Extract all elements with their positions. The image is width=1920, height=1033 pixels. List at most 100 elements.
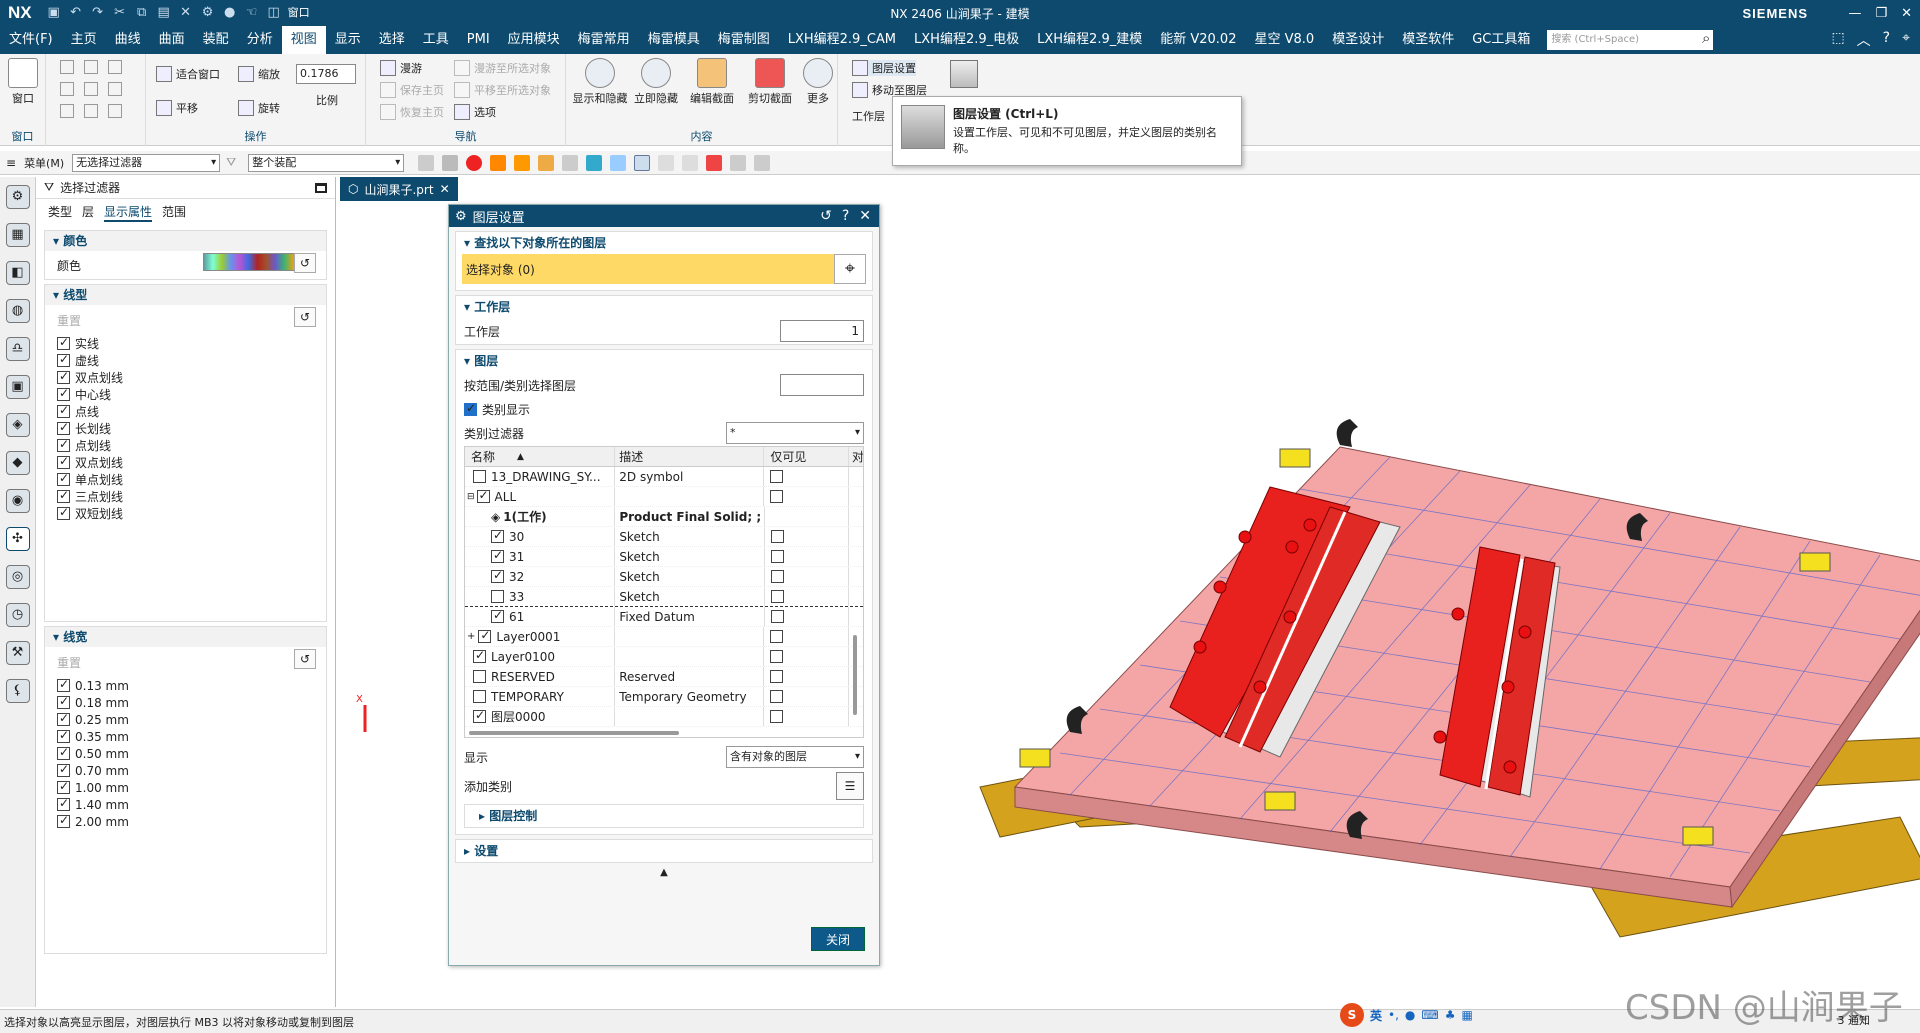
point-select-icon[interactable] <box>610 154 627 171</box>
stop-icon[interactable] <box>466 154 483 171</box>
paste-icon[interactable]: ▤ <box>156 5 172 21</box>
doc-tab-close-icon[interactable]: ✕ <box>440 182 450 196</box>
col-visible-only[interactable]: 仅可见 <box>763 447 848 466</box>
layers-icon[interactable] <box>950 60 978 88</box>
visible-only-checkbox[interactable] <box>770 610 784 623</box>
linetype-checkbox[interactable] <box>57 454 70 469</box>
linetype-checkbox[interactable] <box>57 335 70 350</box>
solid-select-icon[interactable] <box>490 154 507 171</box>
linewidth-item[interactable]: 1.40 mm <box>45 796 326 813</box>
reuse-library-icon[interactable]: ♎ <box>5 337 30 361</box>
close-icon[interactable]: ✕ <box>1901 6 1912 21</box>
color-palette[interactable] <box>203 253 303 271</box>
linewidth-item[interactable]: 1.00 mm <box>45 779 326 796</box>
linewidth-item[interactable]: 2.00 mm <box>45 813 326 830</box>
help-icon[interactable]: ? <box>842 208 849 224</box>
menu-tab-3[interactable]: 曲面 <box>150 26 194 54</box>
linetype-checkbox[interactable] <box>57 352 70 367</box>
cut-icon[interactable]: ✂ <box>112 5 128 21</box>
filter-icon[interactable]: ⛛ <box>226 155 236 170</box>
linewidth-item[interactable]: 0.35 mm <box>45 728 326 745</box>
menu-tab-12[interactable]: 梅雷常用 <box>569 26 639 54</box>
linewidth-checkbox[interactable] <box>57 745 70 760</box>
linetype-item[interactable]: 点线 <box>45 403 326 420</box>
pan-button[interactable]: 平移 <box>156 100 198 116</box>
visible-only-checkbox[interactable] <box>770 710 784 723</box>
visible-only-checkbox[interactable] <box>770 590 784 603</box>
main-menu-button[interactable]: 菜单(M) <box>16 155 72 171</box>
work-layer-input[interactable]: 1 <box>780 320 864 342</box>
layer-control-header[interactable]: 图层控制 <box>465 805 863 827</box>
linewidth-item[interactable]: 0.25 mm <box>45 711 326 728</box>
visible-only-checkbox[interactable] <box>770 550 784 563</box>
skin-icon[interactable]: ♣ <box>1445 1008 1456 1022</box>
window-button[interactable]: 窗口 <box>8 58 38 106</box>
color-reset-button[interactable]: ↺ <box>294 253 316 273</box>
linewidth-reset-button[interactable]: ↺ <box>294 649 316 669</box>
linewidth-checkbox[interactable] <box>57 813 70 828</box>
category-filter-select[interactable]: * <box>726 422 864 444</box>
edit-section-button[interactable]: 编辑截面 <box>684 58 740 106</box>
layer-row[interactable]: 13_DRAWING_SY... 2D symbol <box>465 467 863 487</box>
linewidth-item[interactable]: 0.18 mm <box>45 694 326 711</box>
clip-section-button[interactable]: 剪切截面 <box>742 58 798 106</box>
linetype-item[interactable]: 双短划线 <box>45 505 326 522</box>
category-display-checkbox[interactable] <box>464 401 477 416</box>
linetype-checkbox[interactable] <box>57 420 70 435</box>
assembly-navigator-icon[interactable]: ◧ <box>5 261 30 285</box>
work-layer-header[interactable]: 工作层 <box>456 296 872 318</box>
layer-section-header[interactable]: 图层 <box>456 350 872 372</box>
layer-row[interactable]: 31 Sketch <box>465 547 863 567</box>
visible-only-checkbox[interactable] <box>770 470 784 483</box>
layer-visible-checkbox[interactable] <box>473 670 486 683</box>
layer-row[interactable]: 33 Sketch <box>465 587 863 607</box>
menu-tab-22[interactable]: GC工具箱 <box>1463 26 1539 54</box>
walk-to-selected-button[interactable]: 漫游至所选对象 <box>454 60 551 76</box>
layer-row[interactable]: ◈ 1(工作) Product Final Solid; ; <box>465 507 863 527</box>
linewidth-checkbox[interactable] <box>57 762 70 777</box>
linewidth-checkbox[interactable] <box>57 677 70 692</box>
category-display-row[interactable]: 类别显示 <box>456 398 872 420</box>
zoom-button[interactable]: 缩放 <box>238 66 280 82</box>
body-select-icon[interactable] <box>538 154 555 171</box>
horizontal-scrollbar[interactable] <box>469 731 679 735</box>
rotate-button[interactable]: 旋转 <box>238 100 280 116</box>
crosshair-icon[interactable]: ⌖ <box>834 254 866 284</box>
layer-visible-checkbox[interactable] <box>491 590 504 603</box>
menu-tab-6[interactable]: 视图 <box>281 26 326 54</box>
view-cube-icon[interactable] <box>730 154 747 171</box>
linetype-checkbox[interactable] <box>57 403 70 418</box>
settings-icon[interactable]: ⚙ <box>200 5 216 21</box>
linetype-checkbox[interactable] <box>57 386 70 401</box>
layer-visible-checkbox[interactable] <box>473 650 486 663</box>
restore-icon[interactable]: ❐ <box>1875 6 1887 21</box>
expand-icon[interactable]: + <box>467 631 475 642</box>
layer-row[interactable]: + Layer0001 <box>465 627 863 647</box>
snap-options-icon[interactable] <box>658 154 675 171</box>
linetype-item[interactable]: 双点划线 <box>45 369 326 386</box>
save-icon[interactable]: ▣ <box>46 5 62 21</box>
layer-visible-checkbox[interactable] <box>478 630 492 643</box>
close-icon[interactable]: ✕ <box>859 208 871 224</box>
selection-filter-icon[interactable]: ✣ <box>5 527 30 551</box>
menu-tab-10[interactable]: PMI <box>458 26 499 54</box>
col-description[interactable]: 描述 <box>614 447 763 466</box>
notification-count[interactable]: 3 通知 <box>1838 1012 1871 1028</box>
col-object-count[interactable]: 对 <box>848 447 863 466</box>
ime-language[interactable]: 英 <box>1370 1007 1382 1024</box>
linewidth-checkbox[interactable] <box>57 796 70 811</box>
tab-type[interactable]: 类型 <box>48 203 72 222</box>
keyboard-icon[interactable]: ⌨ <box>1421 1008 1438 1022</box>
menu-tab-5[interactable]: 分析 <box>238 26 282 54</box>
linewidth-checkbox[interactable] <box>57 728 70 743</box>
fit-window-button[interactable]: 适合窗口 <box>156 66 220 82</box>
hd3d-tools-icon[interactable]: ▣ <box>5 375 30 399</box>
sogou-logo-icon[interactable]: S <box>1340 1003 1364 1027</box>
type-filter-select[interactable]: 无选择过滤器 <box>72 153 221 172</box>
walk-button[interactable]: 漫游 <box>380 60 422 76</box>
toolbox-icon[interactable]: ▦ <box>1462 1008 1473 1022</box>
face-select-icon[interactable] <box>514 154 531 171</box>
tab-layer[interactable]: 层 <box>82 203 94 222</box>
menu-tab-1[interactable]: 主页 <box>62 26 106 54</box>
delete-icon[interactable]: ✕ <box>178 5 194 21</box>
